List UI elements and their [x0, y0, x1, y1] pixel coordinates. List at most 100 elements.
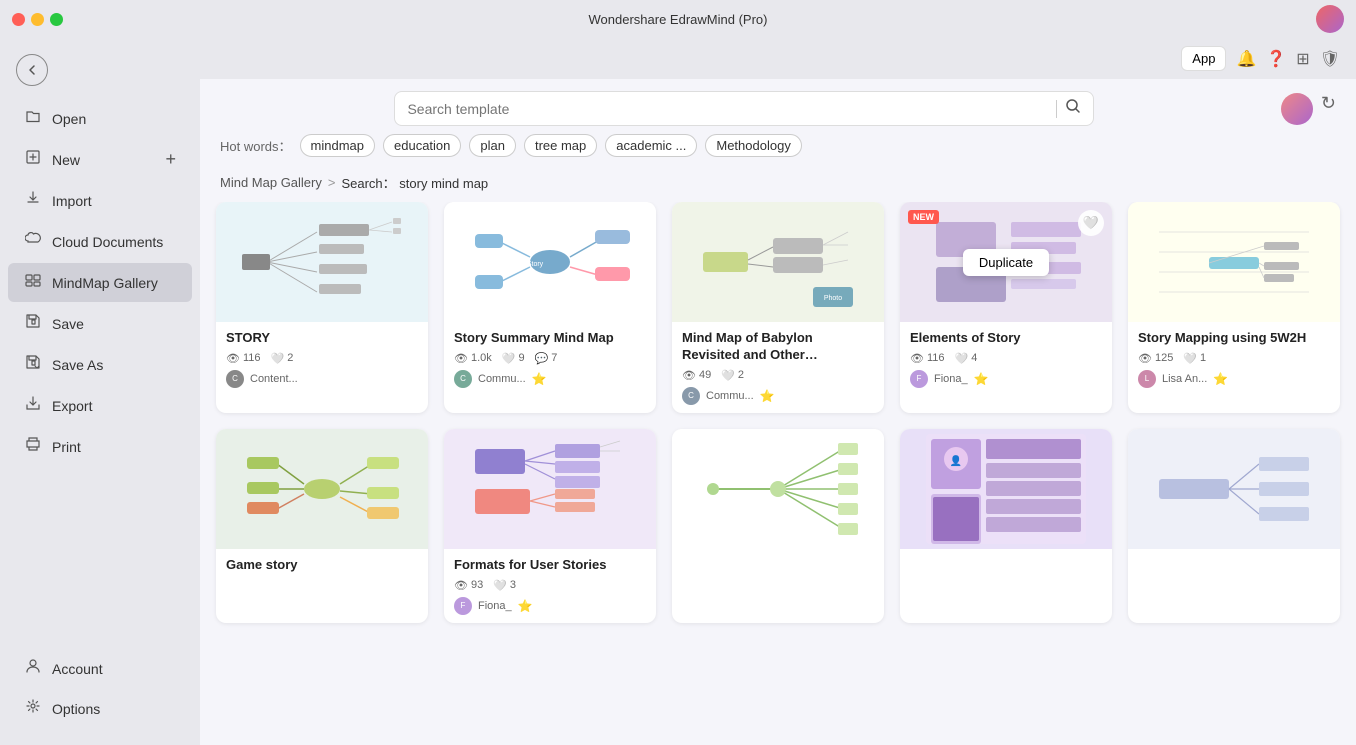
- card-author-story: C Content...: [226, 370, 418, 388]
- refresh-icon[interactable]: ↻: [1321, 93, 1336, 125]
- sidebar-item-print[interactable]: Print: [8, 427, 192, 466]
- sidebar-item-mindmap-gallery[interactable]: MindMap Gallery: [8, 263, 192, 302]
- card-info-babylon: Mind Map of Babylon Revisited and Other……: [672, 322, 884, 413]
- header-avatar-area: ↻: [1281, 93, 1336, 125]
- sidebar-label-account: Account: [52, 661, 103, 677]
- hot-tag-plan[interactable]: plan: [469, 134, 516, 157]
- duplicate-button[interactable]: Duplicate: [963, 249, 1049, 276]
- heart-button[interactable]: 🤍: [1078, 210, 1104, 236]
- sidebar-item-save-as[interactable]: Save As: [8, 345, 192, 384]
- maximize-button[interactable]: [50, 13, 63, 26]
- card-stats-mapping: 👁 125 🤍 1: [1138, 352, 1330, 365]
- card-formats[interactable]: Formats for User Stories 👁 93 🤍 3 F Fion…: [444, 429, 656, 623]
- hot-tag-methodology[interactable]: Methodology: [705, 134, 801, 157]
- card-thumb-formats: [444, 429, 656, 549]
- top-controls-bar: App 🔔 ❓ ⊞ 🛡: [200, 38, 1356, 79]
- grid-icon[interactable]: ⊞: [1296, 49, 1309, 69]
- sidebar-item-cloud[interactable]: Cloud Documents: [8, 222, 192, 261]
- save-as-icon: [24, 354, 42, 375]
- sidebar-item-save[interactable]: Save: [8, 304, 192, 343]
- card-thumb-map2: [672, 429, 884, 549]
- likes-stat: 🤍 2: [271, 352, 294, 365]
- card-thumb-game: [216, 429, 428, 549]
- sidebar-label-save-as: Save As: [52, 357, 103, 373]
- sidebar-item-open[interactable]: Open: [8, 99, 192, 138]
- search-button[interactable]: [1065, 98, 1081, 119]
- card-thumb-10: [1128, 429, 1340, 549]
- minimize-button[interactable]: [31, 13, 44, 26]
- card-babylon[interactable]: Photo Mind Map of Babylon Revisited and …: [672, 202, 884, 413]
- sidebar-label-import: Import: [52, 193, 92, 209]
- close-button[interactable]: [12, 13, 25, 26]
- card-elements[interactable]: NEW Duplicate 🤍: [900, 202, 1112, 413]
- card-info-game2: [900, 549, 1112, 565]
- sidebar-label-options: Options: [52, 701, 100, 717]
- breadcrumb: Mind Map Gallery > Search： story mind ma…: [200, 169, 1356, 202]
- back-button[interactable]: [16, 54, 48, 86]
- user-avatar[interactable]: [1316, 5, 1344, 33]
- hot-tag-treemap[interactable]: tree map: [524, 134, 597, 157]
- sidebar-item-import[interactable]: Import: [8, 181, 192, 220]
- author-avatar-story: C: [226, 370, 244, 388]
- hot-words-label: Hot words：: [220, 136, 292, 155]
- card-game-story[interactable]: Game story: [216, 429, 428, 623]
- card-title-story: STORY: [226, 330, 418, 347]
- card-stats-summary: 👁 1.0k 🤍 9 💬 7: [454, 352, 646, 365]
- export-icon: [24, 395, 42, 416]
- card-info-mapping: Story Mapping using 5W2H 👁 125 🤍 1 L Lis…: [1128, 322, 1340, 396]
- card-title-summary: Story Summary Mind Map: [454, 330, 646, 347]
- hot-tag-education[interactable]: education: [383, 134, 461, 157]
- header-avatar[interactable]: [1281, 93, 1313, 125]
- sidebar-item-account[interactable]: Account: [8, 649, 192, 688]
- options-icon: [24, 698, 42, 719]
- card-info-formats: Formats for User Stories 👁 93 🤍 3 F Fion…: [444, 549, 656, 623]
- breadcrumb-current: Search： story mind map: [341, 173, 488, 192]
- sidebar-label-save: Save: [52, 316, 84, 332]
- sidebar-label-gallery: MindMap Gallery: [52, 275, 158, 291]
- sidebar-item-new[interactable]: New +: [8, 140, 192, 179]
- print-icon: [24, 436, 42, 457]
- svg-text:👤: 👤: [950, 454, 962, 467]
- save-icon: [24, 313, 42, 334]
- sidebar-label-print: Print: [52, 439, 81, 455]
- sidebar-label-cloud: Cloud Documents: [52, 234, 163, 250]
- card-info-game: Game story: [216, 549, 428, 587]
- card-stats-elements: 👁 116 🤍 4: [910, 352, 1102, 365]
- card-10[interactable]: [1128, 429, 1340, 623]
- plus-icon: +: [165, 149, 176, 170]
- card-stats-babylon: 👁 49 🤍 2: [682, 369, 874, 382]
- breadcrumb-search-term: story mind map: [399, 176, 488, 191]
- card-story-mapping[interactable]: Story Mapping using 5W2H 👁 125 🤍 1 L Lis…: [1128, 202, 1340, 413]
- help-icon[interactable]: ❓: [1266, 49, 1286, 69]
- sidebar-item-export[interactable]: Export: [8, 386, 192, 425]
- cloud-icon: [24, 231, 42, 252]
- window-title: Wondershare EdrawMind (Pro): [589, 12, 768, 27]
- main-layout: Open New + Import Cloud Documents: [0, 38, 1356, 745]
- settings-icon[interactable]: 🛡: [1320, 49, 1340, 69]
- hot-tag-academic[interactable]: academic ...: [605, 134, 697, 157]
- breadcrumb-gallery-link[interactable]: Mind Map Gallery: [220, 175, 322, 190]
- titlebar: Wondershare EdrawMind (Pro): [0, 0, 1356, 38]
- card-thumb-babylon: Photo: [672, 202, 884, 322]
- card-stats-formats: 👁 93 🤍 3: [454, 579, 646, 592]
- sidebar-label-export: Export: [52, 398, 92, 414]
- notification-icon[interactable]: 🔔: [1236, 49, 1256, 69]
- hot-tag-mindmap[interactable]: mindmap: [300, 134, 375, 157]
- card-story-map2[interactable]: [672, 429, 884, 623]
- card-info-story: STORY 👁 116 🤍 2 C Content...: [216, 322, 428, 396]
- app-button[interactable]: App: [1181, 46, 1226, 71]
- sidebar-item-options[interactable]: Options: [8, 689, 192, 728]
- card-thumb-elements: NEW Duplicate 🤍: [900, 202, 1112, 322]
- card-story-summary[interactable]: Story Story Summary Mind Map 👁 1.0k 🤍 9 …: [444, 202, 656, 413]
- svg-text:Story: Story: [527, 261, 544, 268]
- views-stat: 👁 116: [226, 352, 261, 365]
- card-info-10: [1128, 549, 1340, 565]
- sidebar-label-new: New: [52, 152, 80, 168]
- card-title-elements: Elements of Story: [910, 330, 1102, 347]
- card-story[interactable]: STORY 👁 116 🤍 2 C Content...: [216, 202, 428, 413]
- search-input[interactable]: [407, 101, 1048, 117]
- card-thumb-summary: Story: [444, 202, 656, 322]
- card-thumb-story: [216, 202, 428, 322]
- card-story-game2[interactable]: 👤: [900, 429, 1112, 623]
- search-container: ↻: [200, 79, 1356, 134]
